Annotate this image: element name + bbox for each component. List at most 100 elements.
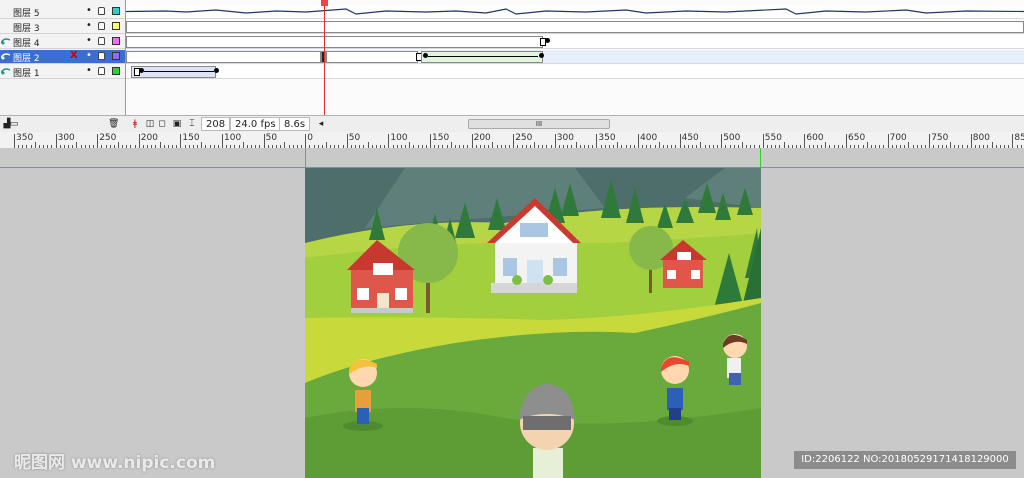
frame-row[interactable] (126, 20, 1024, 34)
ruler-tick (55, 134, 57, 148)
ruler-tick (388, 134, 390, 148)
ruler-label: 150 (432, 133, 450, 143)
keyframe[interactable] (545, 38, 550, 43)
frame-row[interactable] (126, 35, 1024, 49)
ruler-tick (1012, 134, 1014, 148)
layer-row-1[interactable]: 图层 1 • (0, 65, 125, 79)
ruler-tick (554, 134, 556, 148)
layer-row-5[interactable]: 图层 5 • (0, 5, 125, 19)
ruler-tick (346, 134, 348, 148)
tween-span (421, 51, 543, 63)
lock-icon[interactable] (98, 52, 105, 60)
ruler-tick (430, 134, 431, 148)
layer-row-3[interactable]: 图层 3 • (0, 20, 125, 34)
frame-row[interactable] (126, 65, 1024, 79)
current-frame-field[interactable]: 208 (201, 117, 231, 131)
onion-skin-icon[interactable]: ◫ (145, 119, 155, 129)
keyframe[interactable] (539, 53, 544, 58)
lock-icon[interactable] (98, 67, 105, 75)
ruler-tick (14, 134, 15, 148)
ruler-label: 300 (556, 133, 574, 143)
ruler-label: 200 (473, 133, 491, 143)
ruler-label: 300 (57, 133, 75, 143)
visibility-dot[interactable]: • (86, 35, 92, 46)
lock-icon[interactable] (98, 37, 105, 45)
layer-color-swatch[interactable] (112, 67, 120, 75)
ruler-label: 650 (848, 133, 866, 143)
scene-illustration (305, 168, 761, 478)
ruler-tick (305, 134, 307, 148)
modify-markers-icon[interactable]: ⌶ (187, 119, 197, 129)
frame-rate-field[interactable]: 24.0 fps (230, 117, 281, 131)
ruler-label: 400 (640, 133, 658, 143)
layer-name: 图层 4 (13, 39, 40, 49)
ruler-label: 100 (390, 133, 408, 143)
layer-row-4[interactable]: 图层 4 • (0, 35, 125, 49)
layer-name: 图层 3 (13, 24, 40, 34)
ruler-tick (471, 134, 473, 148)
tween-arrow (428, 56, 538, 57)
stage-canvas[interactable] (305, 168, 761, 478)
motion-guide-icon (1, 68, 10, 75)
lock-icon[interactable] (98, 22, 105, 30)
ruler-label: 700 (889, 133, 907, 143)
stage-area: 昵图网 www.nipic.com ID:2206122 NO:20180529… (0, 148, 1024, 478)
ruler-label: 250 (99, 133, 117, 143)
ruler-tick (638, 134, 639, 148)
ruler-tick (263, 134, 265, 148)
pencil-crossed-icon: X (70, 50, 78, 61)
layer-color-swatch[interactable] (112, 7, 120, 15)
ruler-tick (929, 134, 931, 148)
layer-color-swatch[interactable] (112, 22, 120, 30)
frame-row[interactable] (126, 50, 1024, 64)
layer-list: 图层 5 • 图层 3 • 图层 4 • 图层 2 X • 图层 1 • (0, 0, 126, 132)
keyframe[interactable] (214, 68, 219, 73)
ruler-label: 200 (140, 133, 158, 143)
frame-span (126, 51, 321, 63)
ruler-tick (97, 134, 99, 148)
frame-grid[interactable] (126, 0, 1024, 132)
ruler-label: 250 (515, 133, 533, 143)
ruler-label: 50 (265, 133, 278, 143)
frame-row[interactable] (126, 5, 1024, 19)
visibility-dot[interactable]: • (86, 50, 92, 61)
lock-icon[interactable] (98, 7, 105, 15)
ruler-tick (721, 134, 723, 148)
timeline-toolbar: ▟ ▭ 🗑 ǂ ◫ ◻ ▣ ⌶ 208 24.0 fps 8.6s ◂ III (0, 115, 1024, 133)
audio-waveform (126, 8, 1024, 15)
onion-outline-icon[interactable]: ◻ (157, 119, 167, 129)
layer-color-swatch[interactable] (112, 52, 120, 60)
layer-name: 图层 5 (13, 9, 40, 19)
visibility-dot[interactable]: • (86, 65, 92, 76)
ruler-tick (846, 134, 847, 148)
ruler-label: 500 (723, 133, 741, 143)
frame-span (126, 21, 1024, 33)
ruler-label: 0 (307, 133, 313, 143)
ruler-label: 100 (224, 133, 242, 143)
new-folder-icon[interactable]: ▭ (9, 119, 19, 129)
horizontal-ruler: 350 300 250 200 150 100 50 0 50 100 150 200 250 300 35… (0, 132, 1024, 149)
scroll-left-arrow[interactable]: ◂ (316, 119, 326, 129)
layer-row-2[interactable]: 图层 2 X • (0, 50, 125, 64)
edit-multiple-icon[interactable]: ▣ (172, 119, 182, 129)
tween-span (131, 66, 216, 78)
ruler-tick (180, 134, 182, 148)
playhead-handle[interactable] (321, 0, 328, 6)
motion-guide-icon (1, 53, 10, 60)
playhead[interactable] (324, 0, 325, 132)
layer-name: 图层 1 (13, 69, 40, 79)
ruler-label: 450 (681, 133, 699, 143)
trash-icon[interactable]: 🗑 (108, 119, 119, 129)
ruler-label: 350 (598, 133, 616, 143)
visibility-dot[interactable]: • (86, 20, 92, 31)
layer-color-swatch[interactable] (112, 37, 120, 45)
motion-guide-icon (1, 38, 10, 45)
horizontal-scrollbar[interactable]: III (468, 119, 610, 129)
ruler-label: 600 (806, 133, 824, 143)
ruler-tick (138, 134, 140, 148)
ruler-label: 850 (1014, 133, 1024, 143)
scroll-grip: III (535, 120, 543, 128)
center-frame-icon[interactable]: ǂ (130, 119, 140, 129)
frame-span (326, 51, 418, 63)
visibility-dot[interactable]: • (86, 5, 92, 16)
